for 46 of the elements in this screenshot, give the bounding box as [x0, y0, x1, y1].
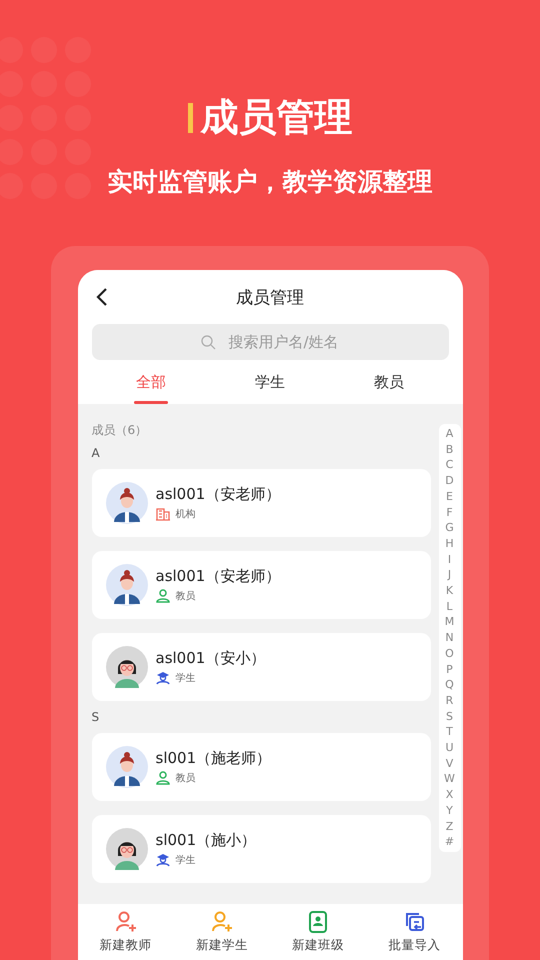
person-icon	[156, 589, 170, 603]
member-name: asl001（安老师）	[156, 567, 280, 586]
avatar-icon	[106, 828, 148, 870]
member-role: 教员	[176, 590, 196, 603]
graduate-icon	[156, 853, 170, 867]
add-person-icon	[114, 910, 137, 932]
action-button[interactable]: 新建教师	[78, 904, 174, 960]
action-button[interactable]: 新建班级	[270, 904, 366, 960]
member-role: 学生	[176, 672, 196, 685]
graduate-icon	[156, 671, 170, 685]
tab[interactable]: 全部	[92, 360, 210, 404]
member-count: 成员（6）	[92, 422, 148, 439]
member-role: 学生	[176, 854, 196, 867]
section-letter: A	[92, 446, 101, 462]
tab[interactable]: 教员	[330, 360, 448, 404]
member-card[interactable]: sl001（施老师） 教员	[92, 733, 430, 801]
member-name: asl001（安小）	[156, 649, 266, 668]
back-icon[interactable]	[96, 287, 108, 307]
contact-book-icon	[307, 910, 330, 932]
member-name: sl001（施小）	[156, 831, 256, 850]
tab[interactable]: 学生	[210, 360, 330, 404]
avatar-icon	[106, 746, 148, 788]
import-icon	[403, 910, 426, 932]
avatar-icon	[106, 482, 148, 524]
member-name: sl001（施老师）	[156, 749, 272, 768]
building-icon	[156, 507, 170, 521]
search-icon	[201, 334, 216, 350]
avatar-icon	[106, 646, 148, 688]
screen-title: 成员管理	[236, 286, 304, 308]
banner-subtitle: 实时监管账户，教学资源整理	[108, 166, 432, 198]
action-button[interactable]: 新建学生	[174, 904, 270, 960]
member-role: 机构	[176, 508, 196, 521]
member-role: 教员	[176, 772, 196, 785]
alphabet-index[interactable]: A B C D E F G H I J K L M N O P Q R S T U V W X Y Z #	[438, 424, 460, 852]
action-button[interactable]: 批量导入	[366, 904, 462, 960]
banner-title: 成员管理	[200, 94, 352, 141]
member-name: asl001（安老师）	[156, 485, 280, 504]
add-person-icon	[210, 910, 233, 932]
member-card[interactable]: asl001（安老师） 教员	[92, 551, 430, 619]
member-card[interactable]: asl001（安老师） 机构	[92, 469, 430, 537]
accent-bar	[188, 102, 192, 132]
member-card[interactable]: sl001（施小） 学生	[92, 815, 430, 883]
section-letter: S	[92, 710, 100, 726]
person-icon	[156, 771, 170, 785]
member-card[interactable]: asl001（安小） 学生	[92, 633, 430, 701]
avatar-icon	[106, 564, 148, 606]
